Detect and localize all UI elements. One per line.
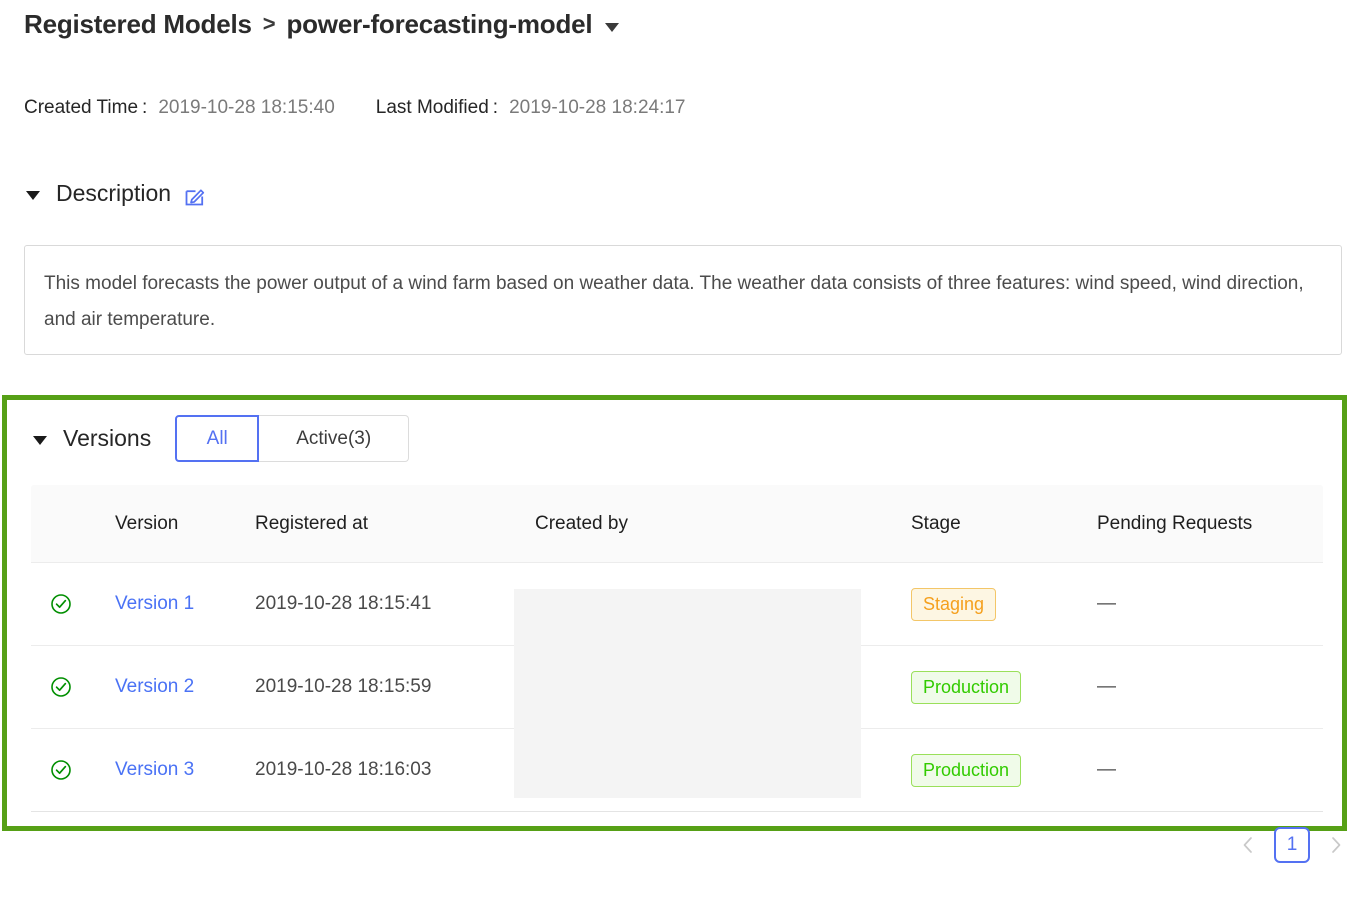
triangle-down-icon[interactable] [26,191,40,200]
chevron-left-icon[interactable] [1238,835,1258,855]
description-textbox: This model forecasts the power output of… [24,245,1342,355]
version-link-label[interactable]: Version 3 [115,759,194,780]
versions-header: Versions All Active(3) [33,415,409,462]
versions-section: Versions All Active(3) Version Registere… [2,395,1347,831]
stage-cell: Production [887,671,1071,704]
column-header-version: Version [91,513,231,535]
versions-table: Version Registered at Created by Stage P… [31,485,1323,812]
check-circle-icon [31,759,91,781]
version-link-label[interactable]: Version 2 [115,676,194,697]
version-link[interactable]: Version 2 [91,676,231,698]
stage-cell: Staging [887,588,1071,621]
pending-requests-value: — [1071,593,1323,615]
description-text: This model forecasts the power output of… [44,273,1304,330]
registered-at-value: 2019-10-28 18:16:03 [231,759,509,781]
versions-filter-tabs: All Active(3) [175,415,409,462]
registered-at-value: 2019-10-28 18:15:41 [231,593,509,615]
registered-at-value: 2019-10-28 18:15:59 [231,676,509,698]
chevron-right-icon[interactable] [1326,835,1346,855]
breadcrumb-current-model-name: power-forecasting-model [286,9,592,40]
tab-all[interactable]: All [175,415,259,462]
column-header-registered-at: Registered at [231,513,509,535]
edit-pencil-icon[interactable] [184,185,206,207]
column-header-created-by: Created by [509,513,887,535]
pagination-page-1[interactable]: 1 [1274,827,1310,863]
model-metadata-row: Created Time : 2019-10-28 18:15:40 Last … [24,97,686,119]
created-time-value: 2019-10-28 18:15:40 [158,97,334,119]
model-detail-page: Registered Models > power-forecasting-mo… [0,0,1366,902]
status-badge: Production [911,754,1021,787]
check-circle-icon [31,676,91,698]
column-header-pending-requests: Pending Requests [1071,513,1323,535]
status-badge: Staging [911,588,996,621]
version-link[interactable]: Version 3 [91,759,231,781]
table-row[interactable]: Version 1 2019-10-28 18:15:41 Staging — [31,563,1323,646]
stage-cell: Production [887,754,1071,787]
created-time-colon: : [142,97,147,119]
version-link-label[interactable]: Version 1 [115,593,194,614]
tab-active[interactable]: Active(3) [259,415,409,462]
table-header-row: Version Registered at Created by Stage P… [31,485,1323,563]
status-badge: Production [911,671,1021,704]
pending-requests-value: — [1071,759,1323,781]
versions-title: Versions [63,425,151,452]
breadcrumb: Registered Models > power-forecasting-mo… [24,9,619,40]
version-link[interactable]: Version 1 [91,593,231,615]
last-modified-value: 2019-10-28 18:24:17 [509,97,685,119]
description-title: Description [56,180,171,207]
breadcrumb-separator-icon: > [263,11,276,37]
check-circle-icon [31,593,91,615]
pagination: 1 [1238,827,1346,863]
column-header-stage: Stage [887,513,1071,535]
last-modified-label: Last Modified [376,97,489,119]
created-time-label: Created Time [24,97,138,119]
caret-down-icon[interactable] [605,23,619,32]
table-row[interactable]: Version 2 2019-10-28 18:15:59 Production… [31,646,1323,729]
last-modified-colon: : [493,97,498,119]
pending-requests-value: — [1071,676,1323,698]
description-section-header[interactable]: Description [26,180,206,207]
table-row[interactable]: Version 3 2019-10-28 18:16:03 Production… [31,729,1323,812]
triangle-down-icon[interactable] [33,436,47,445]
breadcrumb-link-registered-models[interactable]: Registered Models [24,9,252,40]
